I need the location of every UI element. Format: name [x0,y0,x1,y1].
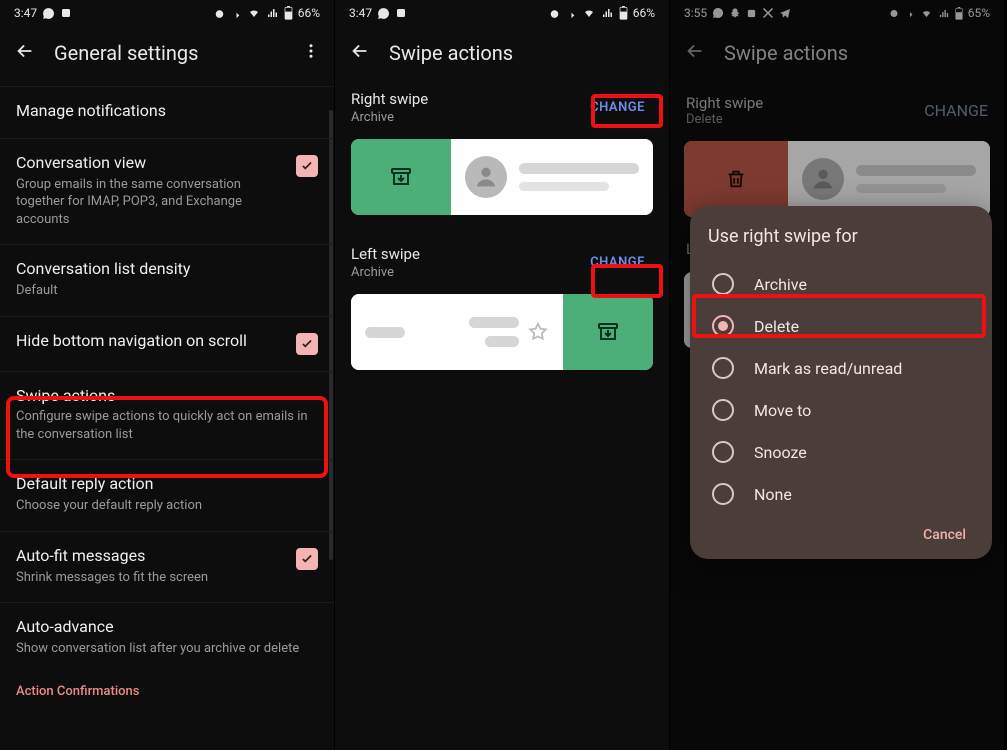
radio-unselected [712,357,734,379]
row-title: Conversation list density [16,259,318,280]
right-swipe-label: Right swipe [351,90,428,108]
app-bar: Swipe actions [335,26,669,80]
bluetooth-icon [566,7,577,20]
row-subtitle: Show conversation list after you archive… [16,640,318,658]
status-time: 3:47 [14,6,37,20]
wifi-icon [247,7,261,19]
option-label: None [754,485,792,504]
archive-action-area [563,294,653,370]
row-title: Auto-fit messages [16,546,286,567]
swipe-action-dialog: Use right swipe for Archive Delete Mark … [690,206,992,559]
radio-selected [712,315,734,337]
archive-action-area [351,139,451,215]
row-title: Swipe actions [16,386,318,407]
bluetooth-icon [231,7,242,20]
app-bar: General settings [0,26,334,80]
option-move-to[interactable]: Move to [708,389,974,431]
status-bar: 3:47 66% [335,0,669,26]
radio-unselected [712,399,734,421]
row-subtitle: Configure swipe actions to quickly act o… [16,408,318,443]
section-action-confirmations: Action Confirmations [0,674,334,705]
left-swipe-section: Left swipe Archive CHANGE [335,235,669,370]
row-list-density[interactable]: Conversation list density Default [0,244,334,315]
option-label: Mark as read/unread [754,359,902,378]
signal-icon [266,7,279,19]
battery-icon [619,6,628,20]
archive-icon [389,165,413,189]
left-swipe-preview [351,294,653,370]
panel-swipe-dialog: 3:55 65% Swipe actions Right swipe Delet… [670,0,1005,750]
overflow-icon[interactable] [290,42,320,64]
row-subtitle: Shrink messages to fit the screen [16,569,286,587]
left-swipe-value: Archive [351,265,420,280]
whatsapp-icon [42,7,55,20]
status-bar: 3:47 66% [0,0,334,26]
back-icon[interactable] [349,40,371,66]
cancel-button[interactable]: Cancel [708,515,974,545]
row-title: Auto-advance [16,617,318,638]
right-swipe-preview [351,139,653,215]
option-label: Archive [754,275,807,294]
row-subtitle: Group emails in the same conversation to… [16,176,286,229]
row-title: Conversation view [16,153,286,174]
alarm-icon [548,7,561,20]
row-conversation-view[interactable]: Conversation view Group emails in the sa… [0,138,334,244]
change-right-button[interactable]: CHANGE [582,94,653,121]
row-subtitle: Choose your default reply action [16,497,318,515]
row-autofit[interactable]: Auto-fit messages Shrink messages to fit… [0,531,334,602]
checkbox-checked[interactable] [296,333,318,355]
change-left-button[interactable]: CHANGE [582,249,653,276]
radio-unselected [712,441,734,463]
option-label: Snooze [754,443,807,462]
back-icon[interactable] [14,40,36,66]
row-manage-notifications[interactable]: Manage notifications [0,86,334,138]
option-label: Move to [754,401,811,420]
radio-unselected [712,273,734,295]
row-title: Manage notifications [16,101,318,122]
right-swipe-section: Right swipe Archive CHANGE [335,80,669,215]
page-title: General settings [54,41,272,65]
option-mark-read[interactable]: Mark as read/unread [708,347,974,389]
row-swipe-actions[interactable]: Swipe actions Configure swipe actions to… [0,371,334,460]
row-title: Default reply action [16,474,318,495]
alarm-icon [213,7,226,20]
battery-percent: 66% [633,6,655,20]
row-default-reply[interactable]: Default reply action Choose your default… [0,459,334,530]
panel-general-settings: 3:47 66% General settings Manage notific… [0,0,335,750]
checkbox-checked[interactable] [296,548,318,570]
app-badge-icon [60,7,72,19]
option-archive[interactable]: Archive [708,263,974,305]
archive-icon [596,320,620,344]
option-none[interactable]: None [708,473,974,515]
row-subtitle: Default [16,282,318,300]
battery-percent: 66% [298,6,320,20]
option-label: Delete [754,317,799,336]
panel-swipe-actions: 3:47 66% Swipe actions Right swipe Archi… [335,0,670,750]
row-hide-bottom-nav[interactable]: Hide bottom navigation on scroll [0,316,334,371]
signal-icon [601,7,614,19]
page-title: Swipe actions [389,41,655,65]
status-time: 3:47 [349,6,372,20]
option-delete[interactable]: Delete [708,305,974,347]
row-auto-advance[interactable]: Auto-advance Show conversation list afte… [0,602,334,673]
battery-icon [284,6,293,20]
settings-list: Manage notifications Conversation view G… [0,86,334,705]
dialog-title: Use right swipe for [708,226,974,247]
radio-unselected [712,483,734,505]
avatar-placeholder [465,156,507,198]
app-badge-icon [395,7,407,19]
right-swipe-value: Archive [351,110,428,125]
row-title: Hide bottom navigation on scroll [16,331,286,352]
wifi-icon [582,7,596,19]
option-snooze[interactable]: Snooze [708,431,974,473]
left-swipe-label: Left swipe [351,245,420,263]
whatsapp-icon [377,7,390,20]
checkbox-checked[interactable] [296,155,318,177]
star-icon [527,321,549,343]
